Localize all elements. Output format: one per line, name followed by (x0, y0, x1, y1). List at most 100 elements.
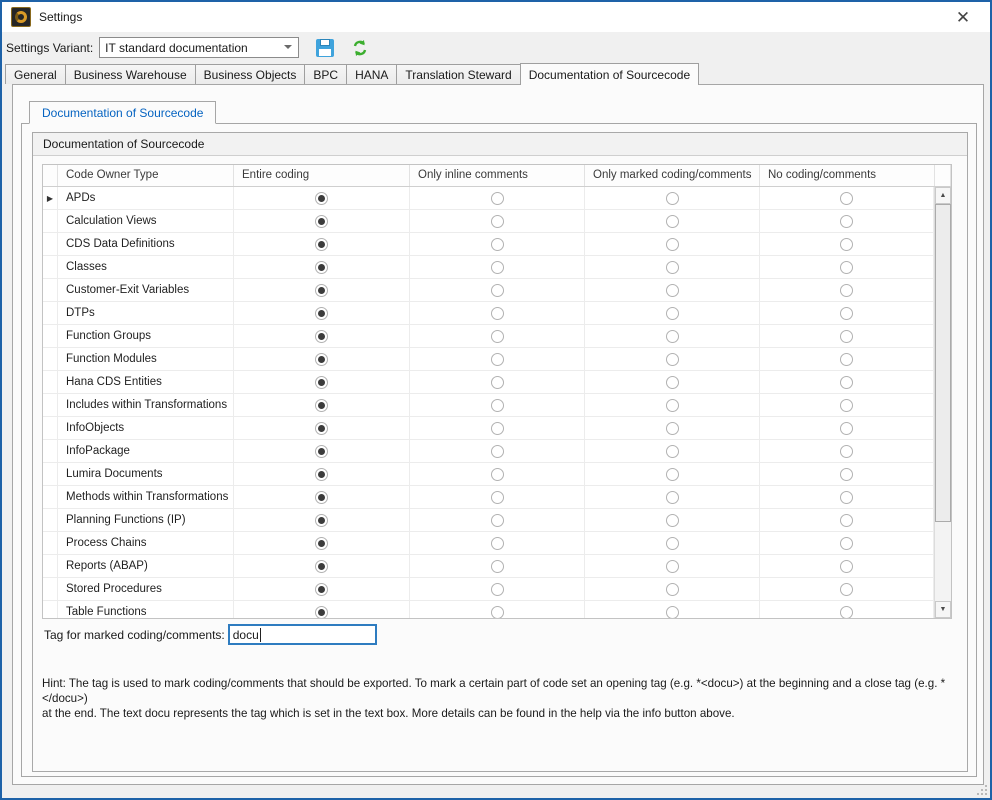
radio-entire-selected[interactable] (315, 399, 328, 412)
radio-inline[interactable] (491, 192, 504, 205)
row-selector-cell[interactable] (43, 348, 58, 370)
radio-marked[interactable] (666, 537, 679, 550)
radio-none[interactable] (840, 560, 853, 573)
radio-entire-selected[interactable] (315, 376, 328, 389)
radio-inline[interactable] (491, 445, 504, 458)
tab-business-objects[interactable]: Business Objects (195, 64, 306, 84)
column-header-only-inline-comments[interactable]: Only inline comments (410, 165, 585, 186)
tab-business-warehouse[interactable]: Business Warehouse (65, 64, 196, 84)
radio-none[interactable] (840, 353, 853, 366)
row-selector-cell[interactable] (43, 486, 58, 508)
radio-marked[interactable] (666, 330, 679, 343)
current-row-indicator[interactable]: ▶ (43, 187, 58, 209)
tab-bpc[interactable]: BPC (304, 64, 347, 84)
vertical-scrollbar[interactable]: ▲ ▼ (934, 187, 951, 618)
tab-general[interactable]: General (5, 64, 66, 84)
radio-entire-selected[interactable] (315, 537, 328, 550)
radio-marked[interactable] (666, 583, 679, 596)
tag-input[interactable]: docu (228, 624, 377, 645)
row-selector-cell[interactable] (43, 210, 58, 232)
radio-none[interactable] (840, 606, 853, 619)
tab-documentation-of-sourcecode[interactable]: Documentation of Sourcecode (520, 63, 699, 85)
radio-none[interactable] (840, 238, 853, 251)
column-header-code-owner-type[interactable]: Code Owner Type (58, 165, 234, 186)
radio-none[interactable] (840, 261, 853, 274)
tab-translation-steward[interactable]: Translation Steward (396, 64, 520, 84)
row-selector-cell[interactable] (43, 601, 58, 619)
radio-entire-selected[interactable] (315, 491, 328, 504)
radio-inline[interactable] (491, 238, 504, 251)
radio-none[interactable] (840, 537, 853, 550)
settings-variant-combobox[interactable]: IT standard documentation (99, 37, 299, 58)
radio-none[interactable] (840, 399, 853, 412)
radio-entire-selected[interactable] (315, 307, 328, 320)
radio-marked[interactable] (666, 215, 679, 228)
scroll-down-button[interactable]: ▼ (935, 601, 951, 618)
radio-marked[interactable] (666, 514, 679, 527)
radio-marked[interactable] (666, 422, 679, 435)
radio-entire-selected[interactable] (315, 514, 328, 527)
save-icon[interactable] (316, 39, 334, 57)
radio-entire-selected[interactable] (315, 284, 328, 297)
radio-entire-selected[interactable] (315, 468, 328, 481)
radio-marked[interactable] (666, 606, 679, 619)
radio-inline[interactable] (491, 261, 504, 274)
radio-entire-selected[interactable] (315, 353, 328, 366)
radio-inline[interactable] (491, 606, 504, 619)
row-selector-cell[interactable] (43, 233, 58, 255)
radio-entire-selected[interactable] (315, 215, 328, 228)
row-selector-cell[interactable] (43, 256, 58, 278)
row-selector-cell[interactable] (43, 440, 58, 462)
radio-inline[interactable] (491, 583, 504, 596)
radio-marked[interactable] (666, 560, 679, 573)
radio-inline[interactable] (491, 307, 504, 320)
close-button[interactable]: ✕ (950, 6, 976, 30)
radio-inline[interactable] (491, 376, 504, 389)
inner-tab-documentation-of-sourcecode[interactable]: Documentation of Sourcecode (29, 101, 216, 124)
row-selector-cell[interactable] (43, 371, 58, 393)
row-selector-cell[interactable] (43, 279, 58, 301)
radio-marked[interactable] (666, 491, 679, 504)
radio-marked[interactable] (666, 445, 679, 458)
radio-marked[interactable] (666, 261, 679, 274)
radio-marked[interactable] (666, 307, 679, 320)
radio-entire-selected[interactable] (315, 560, 328, 573)
column-header-no-coding-comments[interactable]: No coding/comments (760, 165, 934, 186)
radio-marked[interactable] (666, 468, 679, 481)
tab-hana[interactable]: HANA (346, 64, 397, 84)
radio-none[interactable] (840, 514, 853, 527)
radio-entire-selected[interactable] (315, 583, 328, 596)
column-header-only-marked-coding-comments[interactable]: Only marked coding/comments (585, 165, 760, 186)
radio-marked[interactable] (666, 353, 679, 366)
row-selector-cell[interactable] (43, 417, 58, 439)
radio-marked[interactable] (666, 284, 679, 297)
radio-marked[interactable] (666, 238, 679, 251)
radio-entire-selected[interactable] (315, 330, 328, 343)
radio-inline[interactable] (491, 468, 504, 481)
radio-inline[interactable] (491, 399, 504, 412)
radio-inline[interactable] (491, 215, 504, 228)
radio-entire-selected[interactable] (315, 261, 328, 274)
radio-marked[interactable] (666, 192, 679, 205)
radio-none[interactable] (840, 307, 853, 320)
radio-inline[interactable] (491, 353, 504, 366)
radio-inline[interactable] (491, 284, 504, 297)
radio-entire-selected[interactable] (315, 606, 328, 619)
row-selector-cell[interactable] (43, 555, 58, 577)
radio-inline[interactable] (491, 537, 504, 550)
radio-entire-selected[interactable] (315, 238, 328, 251)
row-selector-cell[interactable] (43, 532, 58, 554)
radio-inline[interactable] (491, 560, 504, 573)
radio-inline[interactable] (491, 330, 504, 343)
radio-inline[interactable] (491, 491, 504, 504)
radio-entire-selected[interactable] (315, 445, 328, 458)
scroll-up-button[interactable]: ▲ (935, 187, 951, 204)
radio-entire-selected[interactable] (315, 422, 328, 435)
radio-none[interactable] (840, 445, 853, 458)
radio-none[interactable] (840, 192, 853, 205)
radio-none[interactable] (840, 422, 853, 435)
radio-none[interactable] (840, 376, 853, 389)
row-selector-cell[interactable] (43, 578, 58, 600)
row-selector-cell[interactable] (43, 325, 58, 347)
row-selector-cell[interactable] (43, 463, 58, 485)
